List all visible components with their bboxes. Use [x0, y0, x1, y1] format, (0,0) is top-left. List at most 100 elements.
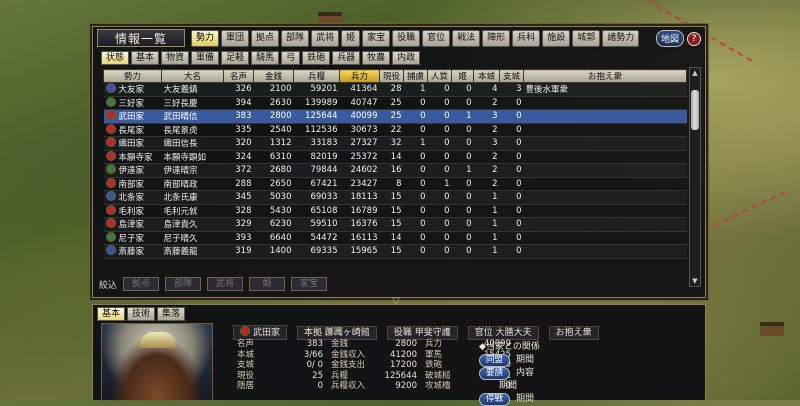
map-button[interactable]: 地図 — [655, 30, 684, 47]
column-header[interactable]: 兵力 — [339, 69, 380, 83]
scroll-up-icon[interactable]: ▲ — [690, 68, 700, 78]
cell-daimyo: 伊達晴宗 — [161, 163, 224, 178]
stat-label: 鉄砲 — [425, 360, 443, 370]
column-header[interactable]: 姫 — [451, 69, 474, 83]
relation-button[interactable]: 停戦 — [479, 392, 511, 406]
cell-troops: 40747 — [339, 96, 380, 110]
tab-4[interactable]: 武将 — [311, 29, 340, 47]
column-header[interactable]: 金銭 — [253, 69, 294, 83]
cell-pris: 0 — [403, 163, 428, 178]
tab-1[interactable]: 軍団 — [221, 29, 250, 47]
subtab-10[interactable]: 内政 — [392, 51, 421, 65]
column-header[interactable]: 人質 — [427, 69, 452, 83]
tab-10[interactable]: 陣形 — [482, 29, 511, 47]
subtab-8[interactable]: 兵器 — [332, 51, 361, 65]
column-header[interactable]: 本城 — [473, 69, 500, 83]
cell-host: 0 — [427, 150, 452, 164]
table-row[interactable]: 三好家 三好長慶 394 2630 139989 40747 25 0 0 0 2 0 — [103, 96, 687, 110]
table-row[interactable]: 長尾家 長尾景虎 335 2540 112536 30673 22 0 0 0 2 0 — [103, 123, 687, 137]
table-row[interactable]: 武田家 武田晴信 383 2800 125644 40099 25 0 0 1 3 0 — [103, 109, 687, 124]
detail-tab[interactable]: 基本 — [97, 307, 126, 321]
relation-label: 期間 — [499, 381, 518, 391]
table-row[interactable]: 織田家 織田信長 320 1312 33183 27327 32 1 0 0 3 0 — [103, 136, 687, 151]
filter-button[interactable]: 拠点 — [123, 277, 160, 291]
village-marker[interactable] — [760, 322, 784, 336]
column-header[interactable]: 捕虜 — [403, 69, 428, 83]
tab-14[interactable]: 諸勢力 — [602, 29, 640, 47]
scroll-thumb[interactable] — [691, 90, 699, 130]
tab-7[interactable]: 役職 — [392, 29, 421, 47]
tab-6[interactable]: 家宝 — [362, 29, 391, 47]
subtab-0[interactable]: 状態 — [101, 51, 130, 65]
relation-label: 内容 — [516, 368, 535, 379]
cell-troops: 41364 — [339, 82, 380, 97]
help-icon[interactable]: ? — [687, 31, 701, 46]
column-header[interactable]: 支城 — [499, 69, 524, 83]
relation-button[interactable]: 同盟 — [479, 354, 511, 367]
cell-gold: 2680 — [253, 163, 294, 178]
table-row[interactable]: 伊達家 伊達晴宗 372 2680 79844 24602 16 0 0 1 2 0 — [103, 163, 687, 178]
filter-button[interactable]: 家宝 — [291, 277, 328, 291]
cell-troops: 16113 — [339, 231, 380, 245]
scroll-down-icon[interactable]: ▼ — [690, 276, 700, 286]
tab-0[interactable]: 勢力 — [191, 29, 220, 47]
column-header[interactable]: 現役 — [379, 69, 404, 83]
map-controls: 地図 ? — [655, 30, 701, 47]
filter-button[interactable]: 部隊 — [165, 277, 202, 291]
filter-button[interactable]: 武将 — [207, 277, 244, 291]
table-row[interactable]: 本願寺家 本願寺顕如 324 6310 82019 25372 14 0 0 0 2 0 — [103, 150, 687, 164]
cell-active: 14 — [379, 231, 404, 245]
table-row[interactable]: 斎藤家 斎藤義龍 319 1400 69335 15965 15 0 0 0 1 0 — [103, 244, 687, 259]
clan-cell: 斎藤家 — [103, 244, 162, 259]
clan-crest-icon — [105, 164, 116, 175]
subtab-6[interactable]: 弓 — [281, 51, 301, 65]
subtab-5[interactable]: 騎馬 — [251, 51, 280, 65]
column-header[interactable]: 兵糧 — [293, 69, 340, 83]
cell-troops: 25372 — [339, 150, 380, 164]
subtab-9[interactable]: 牧農 — [362, 51, 391, 65]
cell-gold: 1312 — [253, 136, 294, 151]
cell-host: 0 — [427, 231, 452, 245]
tab-3[interactable]: 部隊 — [281, 29, 310, 47]
cell-pris: 1 — [403, 136, 428, 151]
cell-retain — [523, 136, 687, 151]
table-row[interactable]: 尼子家 尼子晴久 393 6640 54472 16113 14 0 0 0 1 0 — [103, 231, 687, 245]
cell-gold: 2650 — [253, 177, 294, 191]
stat-label: 支城 — [237, 360, 255, 370]
cell-hime: 0 — [451, 123, 474, 137]
relation-button[interactable]: 要請 — [479, 367, 511, 380]
tab-13[interactable]: 城郭 — [572, 29, 601, 47]
tab-9[interactable]: 戦法 — [452, 29, 481, 47]
subtab-1[interactable]: 基本 — [131, 51, 160, 65]
tab-11[interactable]: 兵科 — [512, 29, 541, 47]
castle-marker[interactable] — [318, 12, 342, 26]
subtab-4[interactable]: 足軽 — [221, 51, 250, 65]
clan-name: 本願寺家 — [118, 152, 153, 163]
stat-row: 名声 383 金銭 2800 兵力 40099 — [233, 339, 515, 350]
column-header[interactable]: お抱え衆 — [523, 69, 687, 83]
clan-crest-icon — [105, 83, 116, 94]
detail-tab[interactable]: 集落 — [157, 307, 186, 321]
detail-clan: 武田家 — [233, 325, 288, 340]
tab-2[interactable]: 拠点 — [251, 29, 280, 47]
cell-retain — [523, 96, 687, 110]
cell-food: 112536 — [293, 123, 340, 137]
filter-button[interactable]: 姫 — [249, 277, 286, 291]
subtab-3[interactable]: 軍備 — [191, 51, 220, 65]
tab-8[interactable]: 官位 — [422, 29, 451, 47]
table-row[interactable]: 北条家 北条氏康 345 5030 69033 18113 15 0 0 0 1 0 — [103, 190, 687, 205]
column-header[interactable]: 大名 — [161, 69, 224, 83]
table-row[interactable]: 島津家 島津貴久 329 6230 59510 16376 15 0 0 0 1 0 — [103, 217, 687, 232]
table-row[interactable]: 毛利家 毛利元就 328 5430 65108 16789 15 0 0 0 1 0 — [103, 204, 687, 218]
scrollbar[interactable]: ▲ ▼ — [689, 67, 701, 287]
column-header[interactable]: 勢力 — [103, 69, 162, 83]
column-header[interactable]: 名声 — [223, 69, 254, 83]
subtab-2[interactable]: 物資 — [161, 51, 190, 65]
detail-tab[interactable]: 技術 — [127, 307, 156, 321]
tab-5[interactable]: 姫 — [341, 29, 361, 47]
table-row[interactable]: 南部家 南部晴政 288 2650 67421 23427 8 0 1 0 2 0 — [103, 177, 687, 191]
table-row[interactable]: 大友家 大友義鎮 326 2100 59201 41364 28 1 0 0 4 3 豊後水軍衆 — [103, 82, 687, 97]
tab-12[interactable]: 施設 — [542, 29, 571, 47]
subtab-7[interactable]: 鉄砲 — [302, 51, 331, 65]
cell-daimyo: 武田晴信 — [161, 109, 224, 124]
